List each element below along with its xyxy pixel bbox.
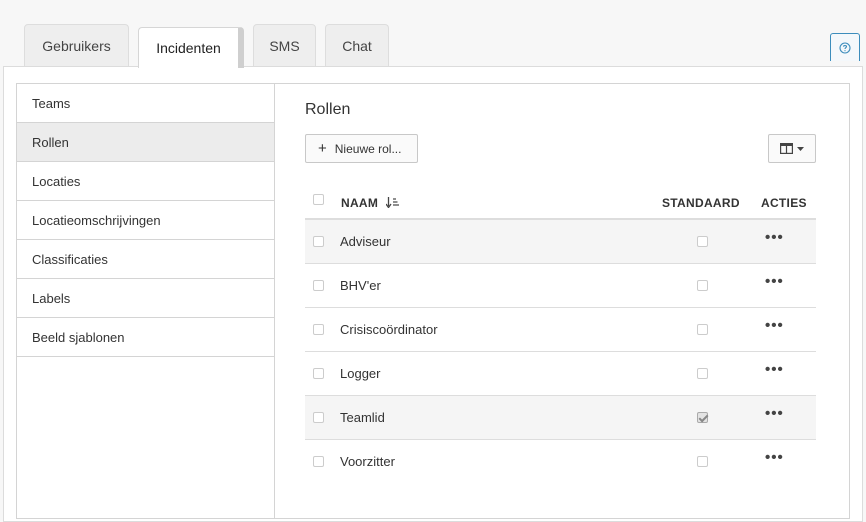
sidebar-nav: Teams Rollen Locaties Locatieomschrijvin…	[16, 83, 274, 519]
role-name: BHV'er	[340, 278, 381, 293]
row-select-checkbox[interactable]	[313, 412, 324, 423]
default-checkbox[interactable]	[697, 368, 708, 379]
table-row: BHV'er •••	[305, 264, 816, 308]
row-actions-button[interactable]: •••	[765, 450, 784, 465]
new-role-button[interactable]: + Nieuwe rol...	[305, 134, 418, 163]
sidebar-item-labels[interactable]: Labels	[17, 279, 274, 318]
header-actions: ACTIES	[761, 196, 807, 210]
row-actions-button[interactable]: •••	[765, 274, 784, 289]
table-row: Adviseur •••	[305, 220, 816, 264]
row-select-checkbox[interactable]	[313, 368, 324, 379]
sidebar-item-locatieomschrijvingen[interactable]: Locatieomschrijvingen	[17, 201, 274, 240]
sidebar-item-rollen[interactable]: Rollen	[17, 123, 274, 162]
tab-gebruikers[interactable]: Gebruikers	[24, 24, 129, 67]
select-all-checkbox[interactable]	[313, 194, 324, 205]
row-actions-button[interactable]: •••	[765, 362, 784, 377]
default-checkbox[interactable]	[697, 324, 708, 335]
question-circle-icon	[839, 41, 851, 54]
row-actions-button[interactable]: •••	[765, 230, 784, 245]
header-name-label: NAAM	[341, 196, 379, 210]
columns-toggle-button[interactable]	[768, 134, 816, 163]
role-name: Adviseur	[340, 234, 391, 249]
default-checkbox[interactable]	[697, 280, 708, 291]
main-panel: Teams Rollen Locaties Locatieomschrijvin…	[3, 66, 863, 522]
content-area: Rollen + Nieuwe rol... NAAM STANDAARD AC…	[274, 83, 850, 519]
tab-sms[interactable]: SMS	[253, 24, 316, 67]
sidebar-item-locaties[interactable]: Locaties	[17, 162, 274, 201]
row-select-checkbox[interactable]	[313, 280, 324, 291]
tab-bar: Gebruikers Incidenten SMS Chat	[0, 0, 866, 68]
default-checkbox[interactable]	[697, 412, 708, 423]
table-row: Crisiscoördinator •••	[305, 308, 816, 352]
table-row: Teamlid •••	[305, 396, 816, 440]
tab-chat[interactable]: Chat	[325, 24, 389, 67]
default-checkbox[interactable]	[697, 456, 708, 467]
row-select-checkbox[interactable]	[313, 324, 324, 335]
roles-table: NAAM STANDAARD ACTIES Adviseur ••• BHV'e…	[305, 184, 816, 484]
sort-descending-icon	[385, 197, 399, 209]
sidebar-item-beeld-sjablonen[interactable]: Beeld sjablonen	[17, 318, 274, 357]
row-select-checkbox[interactable]	[313, 456, 324, 467]
table-row: Voorzitter •••	[305, 440, 816, 484]
row-actions-button[interactable]: •••	[765, 406, 784, 421]
page-title: Rollen	[305, 101, 351, 118]
row-actions-button[interactable]: •••	[765, 318, 784, 333]
table-header: NAAM STANDAARD ACTIES	[305, 184, 816, 220]
tab-incidenten[interactable]: Incidenten	[138, 27, 244, 68]
columns-icon	[780, 143, 793, 154]
header-name[interactable]: NAAM	[341, 196, 400, 210]
default-checkbox[interactable]	[697, 236, 708, 247]
sidebar-item-teams[interactable]: Teams	[17, 84, 274, 123]
new-role-button-label: Nieuwe rol...	[334, 141, 402, 156]
row-select-checkbox[interactable]	[313, 236, 324, 247]
role-name: Voorzitter	[340, 454, 395, 469]
role-name: Crisiscoördinator	[340, 322, 438, 337]
sidebar-item-classificaties[interactable]: Classificaties	[17, 240, 274, 279]
table-row: Logger •••	[305, 352, 816, 396]
caret-down-icon	[797, 146, 804, 151]
role-name: Teamlid	[340, 410, 385, 425]
role-name: Logger	[340, 366, 381, 381]
plus-icon: +	[318, 140, 327, 157]
header-default: STANDAARD	[662, 196, 740, 210]
help-button[interactable]	[830, 33, 860, 61]
